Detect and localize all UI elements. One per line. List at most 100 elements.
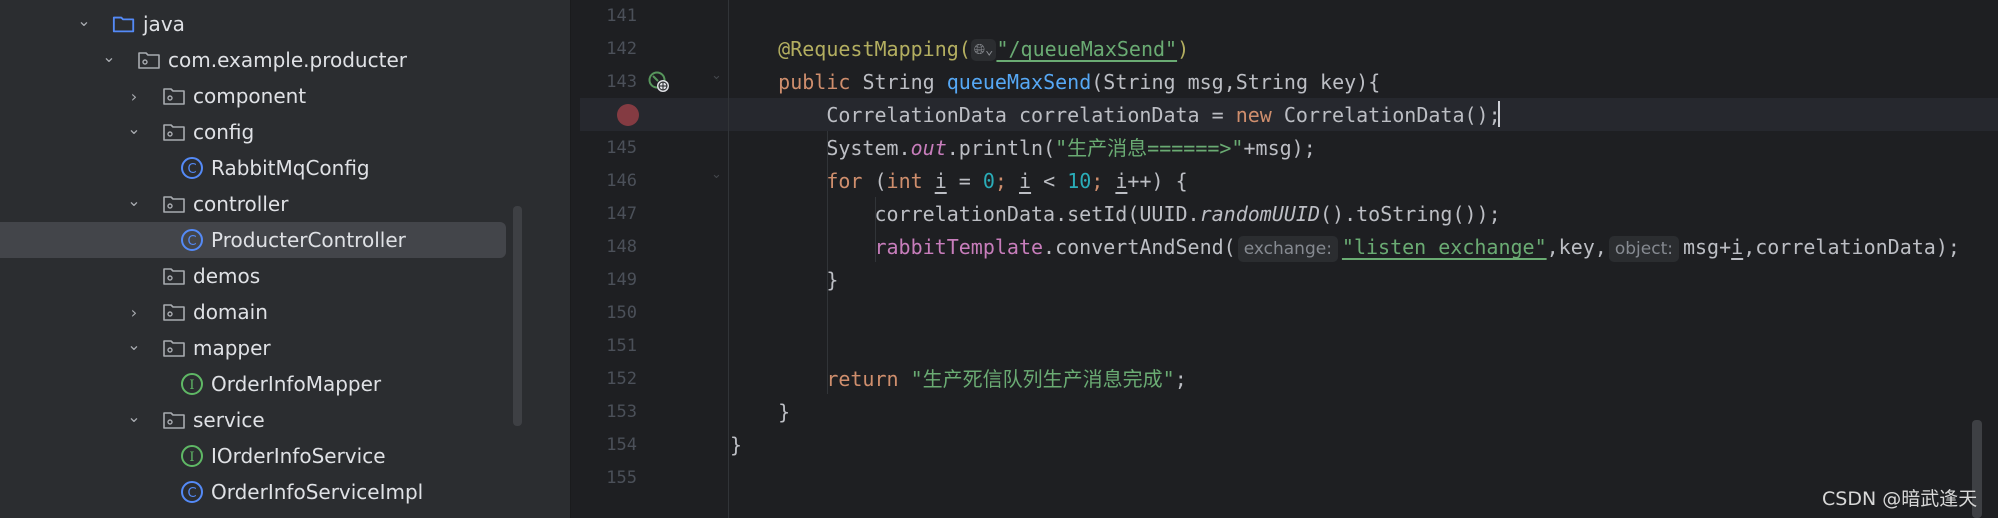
class-icon: C [180,156,204,180]
svg-text:C: C [187,486,196,501]
tree-item-label: service [193,408,265,432]
chevron-right-icon[interactable]: › [124,302,144,322]
chevron-down-icon[interactable]: ⌄ [124,118,144,138]
line-number[interactable]: 142 [590,33,637,66]
code-line[interactable]: rabbitTemplate.convertAndSend(exchange: "… [874,231,1960,264]
tree-item-label: component [193,84,307,108]
project-tree-scrollbar[interactable] [513,206,522,426]
code-token: } [826,268,839,292]
tree-item-rabbitmqconfig[interactable]: C RabbitMqConfig [0,150,506,186]
tree-item-label: com.example.producter [168,48,407,72]
chevron-right-icon[interactable]: › [124,86,144,106]
fold-chevron-icon[interactable]: ⌄ [711,68,722,83]
tree-item-java[interactable]: ⌄ java [0,6,506,42]
code-token: randomUUID [1199,202,1320,226]
line-number[interactable]: 146 [590,165,637,198]
line-number[interactable]: 155 [590,462,637,495]
chevron-down-icon[interactable]: ⌄ [124,334,144,354]
tree-item-controller[interactable]: ⌄ controller [0,186,506,222]
svg-text:I: I [189,450,194,465]
code-line[interactable]: @RequestMapping(🌐︎⌄ "/queueMaxSend") [778,33,1189,66]
code-token: "/queueMaxSend" [996,37,1178,61]
tree-item-productercontroller[interactable]: C ProducterController [0,222,506,258]
line-number[interactable]: 145 [590,132,637,165]
tree-item-label: controller [193,192,289,216]
code-line[interactable]: } [778,396,790,429]
tree-item-service[interactable]: ⌄ service [0,402,506,438]
package-icon [137,48,161,72]
tree-item-mapper[interactable]: ⌄ mapper [0,330,506,366]
tree-item-label: ProducterController [211,228,406,252]
chevron-down-icon[interactable]: ⌄ [124,190,144,210]
line-number[interactable]: 149 [590,264,637,297]
code-token: System. [826,136,911,160]
tree-item-domain[interactable]: › domain [0,294,506,330]
line-number[interactable]: 152 [590,363,637,396]
code-line[interactable]: public String queueMaxSend(String msg,St… [778,66,1380,99]
code-token: ; [1174,367,1187,391]
tree-item-label: OrderInfoMapper [211,372,382,396]
indent-guide [827,131,828,394]
code-line[interactable]: return "生产死信队列生产消息完成"; [826,363,1186,396]
fold-chevron-icon[interactable]: ⌄ [711,167,722,182]
code-token: "生产死信队列生产消息完成" [910,367,1175,391]
chevron-down-icon[interactable]: ⌄ [99,46,119,66]
code-token: i [1731,235,1744,259]
code-token: queueMaxSend [946,70,1092,94]
code-token: < [1031,169,1068,193]
code-line[interactable]: for (int i = 0; i < 10; i++) { [826,165,1187,198]
code-line[interactable]: } [826,264,838,297]
parameter-hint: object: [1608,236,1679,262]
code-token: ( [874,169,887,193]
line-number[interactable]: 151 [590,330,637,363]
package-icon [162,264,186,288]
code-token: ; [1091,169,1116,193]
tree-item-orderinfomapper[interactable]: I OrderInfoMapper [0,366,506,402]
line-number[interactable]: 143 [590,66,637,99]
code-token: i [1115,169,1128,193]
line-number[interactable]: 147 [590,198,637,231]
line-number[interactable]: 148 [590,231,637,264]
tree-item-label: RabbitMqConfig [211,156,370,180]
code-token: new [1235,103,1284,127]
code-token: .println( [946,136,1056,160]
code-token: 0 [982,169,995,193]
tree-item-component[interactable]: › component [0,78,506,114]
tree-item-label: OrderInfoServiceImpl [211,480,424,504]
code-token: ,key, [1546,235,1607,259]
line-number[interactable]: 141 [590,0,637,33]
run-endpoint-icon[interactable] [648,71,670,93]
endpoint-globe-icon[interactable]: 🌐︎⌄ [970,39,997,61]
code-token: rabbitTemplate [874,235,1044,259]
line-number[interactable]: 150 [590,297,637,330]
code-token: return [826,367,911,391]
code-token: (String msg,String key){ [1091,70,1381,94]
tree-item-demos[interactable]: demos [0,258,506,294]
code-token: msg+ [1682,235,1732,259]
code-token: correlationData.setId(UUID. [874,202,1200,226]
code-token: "生产消息======>" [1055,136,1244,160]
code-token: } [778,400,791,424]
code-token: public [778,70,863,94]
code-token: +msg); [1243,136,1316,160]
code-line[interactable]: CorrelationData correlationData = new Co… [826,99,1500,132]
code-line[interactable]: } [730,429,742,462]
class-icon: C [180,480,204,504]
package-icon [162,300,186,324]
line-number[interactable]: 154 [590,429,637,462]
code-token: ().toString()); [1320,202,1501,226]
chevron-down-icon[interactable]: ⌄ [74,10,94,30]
tree-item-orderinfoserviceimpl[interactable]: C OrderInfoServiceImpl [0,474,506,510]
tree-item-config[interactable]: ⌄ config [0,114,506,150]
package-icon [162,120,186,144]
code-line[interactable]: correlationData.setId(UUID.randomUUID().… [874,198,1500,231]
breakpoint-icon[interactable] [617,104,639,126]
tree-item-iorderinfoservice[interactable]: I IOrderInfoService [0,438,506,474]
project-tree-panel: ⌄ java ⌄ com.example.producter › component ⌄ co… [0,0,570,518]
code-line[interactable]: System.out.println("生产消息======>"+msg); [826,132,1315,165]
tree-item-com-example-producter[interactable]: ⌄ com.example.producter [0,42,506,78]
code-token: ++) { [1127,169,1188,193]
tree-item-label: java [143,12,185,36]
line-number[interactable]: 153 [590,396,637,429]
chevron-down-icon[interactable]: ⌄ [124,406,144,426]
